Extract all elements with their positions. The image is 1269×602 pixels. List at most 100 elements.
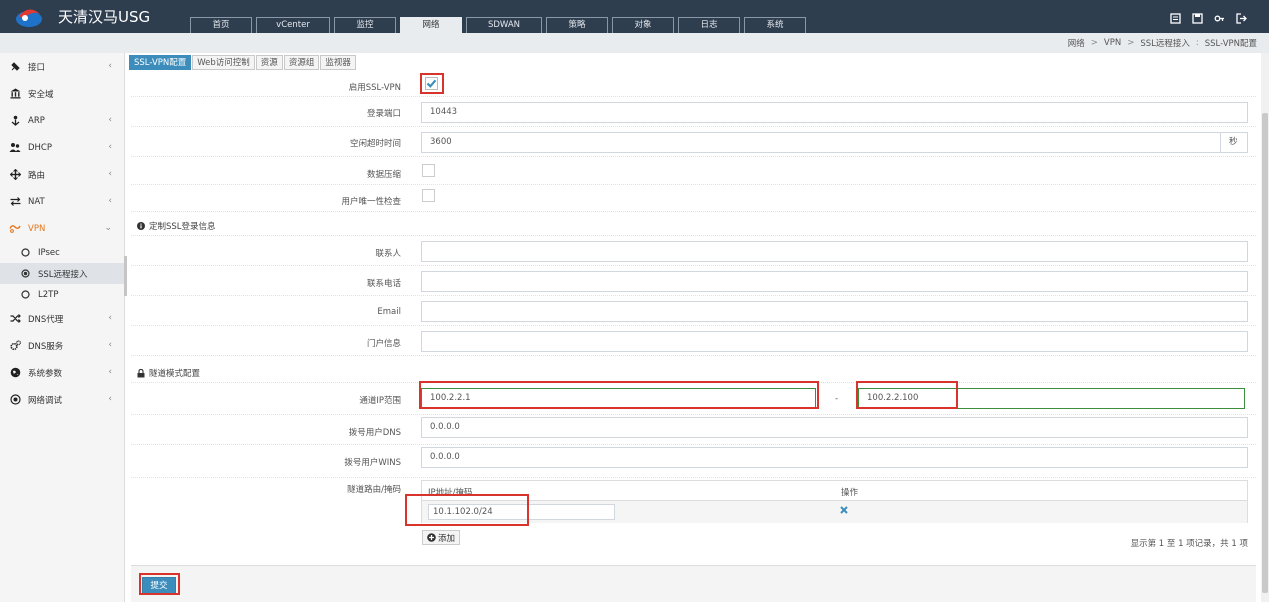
tab-monitor[interactable]: 监视器 <box>320 55 356 70</box>
arp-icon <box>8 115 22 127</box>
tunnel-route-table: IP地址/掩码 操作 10.1.102.0/24 <box>421 480 1248 523</box>
nav-tab-network[interactable]: 网络 <box>400 17 462 33</box>
sidebar-subitem-label: SSL远程接入 <box>38 269 88 280</box>
portal-info-input[interactable] <box>421 331 1248 352</box>
highlight-tunnel-route <box>405 494 529 526</box>
scrollbar-thumb[interactable] <box>1262 113 1268 593</box>
chevron-left-icon: ‹ <box>108 313 112 323</box>
nav-tab-log[interactable]: 日志 <box>678 17 740 33</box>
table-row: 10.1.102.0/24 <box>422 501 1247 523</box>
clipboard-icon[interactable] <box>1169 12 1181 24</box>
add-route-button[interactable]: 添加 <box>422 530 461 545</box>
sidebar-item-interface[interactable]: 接口 ‹ <box>0 53 124 80</box>
tab-web-access-control[interactable]: Web访问控制 <box>192 55 255 70</box>
phone-input[interactable] <box>421 271 1248 292</box>
nav-tab-object[interactable]: 对象 <box>612 17 674 33</box>
logout-icon[interactable] <box>1235 12 1247 24</box>
sidebar-item-vpn[interactable]: VPN ⌄ <box>0 215 124 242</box>
idle-timeout-unit: 秒 <box>1220 132 1248 153</box>
nav-tab-sdwan[interactable]: SDWAN <box>466 17 542 33</box>
sidebar-item-dns-proxy[interactable]: DNS代理 ‹ <box>0 305 124 332</box>
sidebar-subitem-ipsec[interactable]: IPsec <box>0 242 124 263</box>
nav-tab-home[interactable]: 首页 <box>190 17 252 33</box>
sidebar-item-route[interactable]: 路由 ‹ <box>0 161 124 188</box>
sidebar-item-security-zone[interactable]: 安全域 <box>0 80 124 107</box>
sidebar-item-label: 安全域 <box>28 89 54 100</box>
key-icon[interactable] <box>1213 12 1225 24</box>
idle-timeout-input[interactable]: 3600 <box>421 132 1221 153</box>
bank-icon <box>8 88 22 100</box>
plug-icon <box>8 61 22 73</box>
tab-ssl-vpn-config[interactable]: SSL-VPN配置 <box>129 55 192 70</box>
sidebar-item-dhcp[interactable]: DHCP ‹ <box>0 134 124 161</box>
sidebar-item-system-params[interactable]: 系统参数 ‹ <box>0 359 124 386</box>
users-icon <box>8 142 22 154</box>
compression-checkbox[interactable] <box>422 164 435 177</box>
contact-label: 联系人 <box>375 249 401 259</box>
row-idle-timeout: 空闲超时时间 3600 秒 <box>131 127 1256 157</box>
sidebar-item-label: DHCP <box>28 142 52 153</box>
sidebar-subitem-label: L2TP <box>38 289 59 300</box>
row-contact: 联系人 <box>131 236 1256 266</box>
chevron-left-icon: ‹ <box>108 367 112 377</box>
tunnel-route-label: 隧道路由/掩码 <box>347 485 401 495</box>
nav-tab-vcenter[interactable]: vCenter <box>256 17 330 33</box>
breadcrumb-vpn[interactable]: VPN <box>1104 38 1121 48</box>
enable-ssl-label: 启用SSL-VPN <box>348 83 401 93</box>
sidebar-subitem-label: IPsec <box>38 247 60 258</box>
radio-empty-icon <box>20 290 30 300</box>
sidebar-subitem-ssl-remote[interactable]: SSL远程接入 <box>0 263 124 284</box>
nav-tab-system[interactable]: 系统 <box>744 17 806 33</box>
globe-icon <box>8 367 22 379</box>
range-dash: - <box>835 394 839 404</box>
top-toolbar <box>1169 12 1247 24</box>
sidebar-item-label: 接口 <box>28 62 46 73</box>
row-phone: 联系电话 <box>131 266 1256 296</box>
radio-empty-icon <box>20 248 30 258</box>
add-button-label: 添加 <box>438 533 456 544</box>
highlight-tunnel-ip-end <box>856 381 958 409</box>
breadcrumb-ssl-config: SSL-VPN配置 <box>1204 39 1257 49</box>
row-section-divider <box>131 356 1256 383</box>
delete-icon[interactable] <box>840 506 848 517</box>
sidebar-item-label: 网络调试 <box>28 395 63 406</box>
tab-resource[interactable]: 资源 <box>255 55 283 70</box>
row-dial-dns: 拨号用户DNS 0.0.0.0 <box>131 415 1256 445</box>
dial-dns-input[interactable]: 0.0.0.0 <box>421 417 1248 438</box>
nav-tab-policy[interactable]: 策略 <box>546 17 608 33</box>
page-scrollbar[interactable] <box>1261 53 1269 602</box>
row-login-port: 登录端口 10443 <box>131 97 1256 127</box>
breadcrumb-network[interactable]: 网络 <box>1068 37 1085 49</box>
tab-resource-group[interactable]: 资源组 <box>283 55 320 70</box>
email-input[interactable] <box>421 301 1248 322</box>
row-user-unique: 用户唯一性检查 <box>131 185 1256 212</box>
idle-timeout-label: 空闲超时时间 <box>349 139 401 149</box>
row-portal-info: 门户信息 <box>131 326 1256 356</box>
chevron-left-icon: ‹ <box>108 394 112 404</box>
sidebar-subitem-l2tp[interactable]: L2TP <box>0 284 124 305</box>
breadcrumb-bar: 网络 > VPN > SSL远程接入 : SSL-VPN配置 <box>0 33 1269 53</box>
login-port-input[interactable]: 10443 <box>421 102 1248 123</box>
row-section-divider <box>131 212 1256 236</box>
sidebar-scrollbar[interactable] <box>124 256 127 296</box>
sidebar-item-arp[interactable]: ARP ‹ <box>0 107 124 134</box>
contact-input[interactable] <box>421 241 1248 262</box>
dial-wins-input[interactable]: 0.0.0.0 <box>421 447 1248 468</box>
highlight-submit <box>139 573 180 595</box>
chevron-left-icon: ‹ <box>108 61 112 71</box>
sidebar-item-network-debug[interactable]: 网络调试 ‹ <box>0 386 124 413</box>
nav-tab-monitor[interactable]: 监控 <box>334 17 396 33</box>
plus-circle-icon <box>427 533 436 542</box>
tunnel-ip-label: 通道IP范围 <box>359 396 401 406</box>
user-unique-checkbox[interactable] <box>422 189 435 202</box>
chevron-left-icon: ‹ <box>108 196 112 206</box>
save-icon[interactable] <box>1191 12 1203 24</box>
sidebar-item-dns-service[interactable]: DNS服务 ‹ <box>0 332 124 359</box>
breadcrumb-ssl-remote[interactable]: SSL远程接入 <box>1140 37 1190 49</box>
sidebar-item-label: DNS代理 <box>28 314 64 325</box>
chevron-right-icon: > <box>1090 38 1098 48</box>
sidebar-item-nat[interactable]: NAT ‹ <box>0 188 124 215</box>
chevron-left-icon: ‹ <box>108 169 112 179</box>
row-compression: 数据压缩 <box>131 157 1256 185</box>
phone-label: 联系电话 <box>366 279 401 289</box>
